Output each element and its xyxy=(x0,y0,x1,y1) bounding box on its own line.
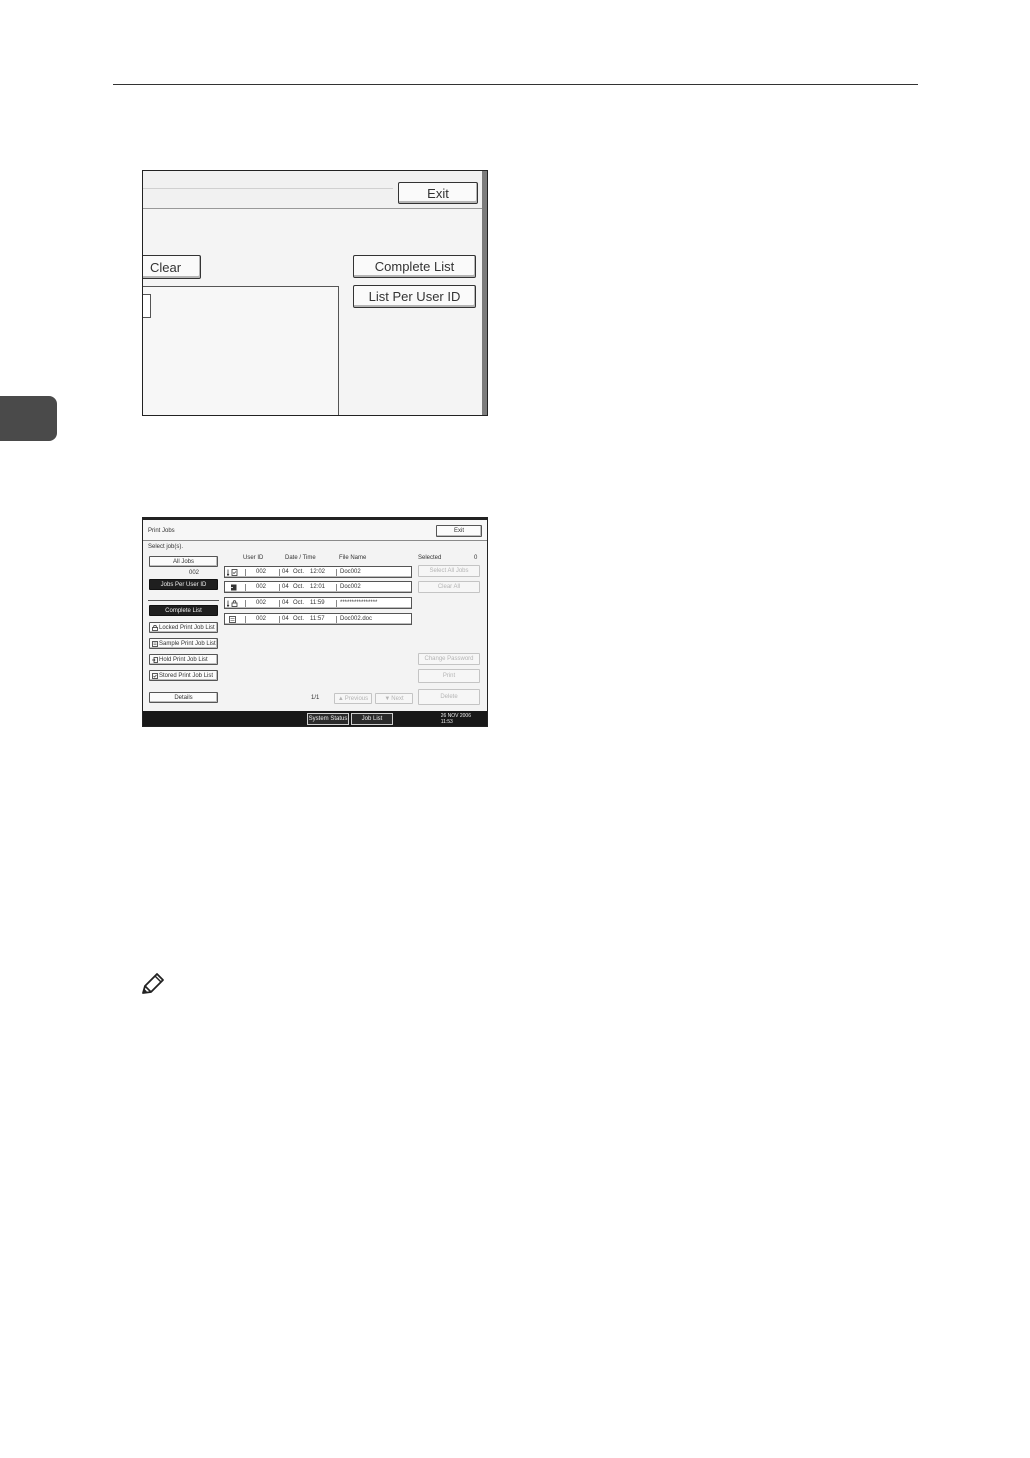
all-jobs-button[interactable]: All Jobs xyxy=(149,556,218,567)
selected-count: 0 xyxy=(474,555,478,561)
cell-user-id: 002 xyxy=(256,600,267,606)
cell-file-name: Doc002.doc xyxy=(340,616,373,622)
exit-button[interactable]: Exit xyxy=(436,525,482,537)
sample-print-icon xyxy=(152,640,158,647)
table-row[interactable]: 002 04 Oct. 12:01 Doc002 xyxy=(224,581,412,593)
button-label: Sample Print Job List xyxy=(159,640,216,647)
button-label: Hold Print Job List xyxy=(159,656,208,663)
time-text: 11:53 xyxy=(440,719,453,725)
clear-button[interactable]: Clear xyxy=(143,255,201,279)
cell-month: Oct. xyxy=(293,569,305,575)
job-list-tab[interactable]: Job List xyxy=(351,713,393,725)
delete-button[interactable]: Delete xyxy=(418,689,480,705)
screenshot-print-jobs: Print Jobs Exit Select job(s). All Jobs … xyxy=(142,517,488,727)
note-pencil-icon xyxy=(142,973,164,994)
sample-print-job-list-button[interactable]: Sample Print Job List xyxy=(149,638,218,649)
cell-time: 11:57 xyxy=(310,616,325,622)
triangle-up-icon: ▲ xyxy=(337,695,344,702)
next-page-button[interactable]: ▼ Next xyxy=(375,693,413,704)
prompt-text: Select job(s). xyxy=(148,544,184,550)
chapter-tab xyxy=(0,396,57,441)
cell-day: 04 xyxy=(282,600,289,606)
stored-print-icon xyxy=(152,672,158,679)
change-password-button[interactable]: Change Password xyxy=(418,653,480,665)
cell-user-id: 002 xyxy=(256,616,267,622)
cell-month: Oct. xyxy=(293,616,305,622)
complete-list-button[interactable]: Complete List xyxy=(353,255,476,278)
cell-time: 11:59 xyxy=(310,600,325,606)
cell-user-id: 002 xyxy=(256,569,267,575)
sample-print-icon xyxy=(229,616,236,623)
cell-month: Oct. xyxy=(293,584,305,590)
complete-list-button[interactable]: Complete List xyxy=(149,605,218,616)
user-id-value: 002 xyxy=(189,570,200,576)
column-header-file-name: File Name xyxy=(339,555,367,561)
previous-page-button[interactable]: ▲ Previous xyxy=(334,693,372,704)
details-button[interactable]: Details xyxy=(149,692,218,703)
select-all-jobs-button[interactable]: Select All Jobs xyxy=(418,565,480,577)
locked-print-job-list-button[interactable]: Locked Print Job List xyxy=(149,622,218,633)
cell-file-name: Doc002 xyxy=(340,569,361,575)
triangle-down-icon: ▼ xyxy=(384,695,391,702)
cell-file-name: **************** xyxy=(340,600,378,606)
system-status-tab[interactable]: System Status xyxy=(307,713,349,725)
button-label: Next xyxy=(391,695,404,702)
job-list-area xyxy=(143,286,339,415)
hold-print-job-list-button[interactable]: Hold Print Job List xyxy=(149,654,218,665)
jobs-per-user-id-button[interactable]: Jobs Per User ID xyxy=(149,579,218,590)
list-item[interactable] xyxy=(143,294,151,318)
hold-print-icon xyxy=(152,656,158,663)
button-label: Previous xyxy=(344,695,369,702)
button-label: Locked Print Job List xyxy=(159,624,215,631)
screenshot-list-options: Exit Clear Complete List List Per User I… xyxy=(142,170,488,416)
clear-all-button[interactable]: Clear All xyxy=(418,581,480,593)
cell-day: 04 xyxy=(282,569,289,575)
print-button[interactable]: Print xyxy=(418,669,480,683)
clock: 26 NOV 2006 11:53 xyxy=(441,713,471,725)
hold-print-icon xyxy=(229,584,237,591)
table-row[interactable]: 002 04 Oct. 11:57 Doc002.doc xyxy=(224,613,412,625)
cell-file-name: Doc002 xyxy=(340,584,361,590)
stored-print-job-list-button[interactable]: Stored Print Job List xyxy=(149,670,218,681)
lock-icon xyxy=(152,624,158,631)
page-title: Print Jobs xyxy=(148,528,175,534)
locked-print-icon xyxy=(227,600,238,607)
cell-month: Oct. xyxy=(293,600,305,606)
header-rule xyxy=(113,84,918,85)
cell-time: 12:02 xyxy=(310,569,326,575)
cell-day: 04 xyxy=(282,584,289,590)
selected-label: Selected xyxy=(418,555,442,561)
cell-day: 04 xyxy=(282,616,289,622)
column-header-date-time: Date / Time xyxy=(285,555,316,561)
column-header-user-id: User ID xyxy=(243,555,264,561)
button-label: Stored Print Job List xyxy=(159,672,214,679)
cell-user-id: 002 xyxy=(256,584,267,590)
table-row[interactable]: 002 04 Oct. 12:02 Doc002 xyxy=(224,566,412,578)
table-row[interactable]: 002 04 Oct. 11:59 **************** xyxy=(224,597,412,609)
stored-print-icon xyxy=(227,569,238,576)
exit-button[interactable]: Exit xyxy=(398,182,478,204)
cell-time: 12:01 xyxy=(310,584,326,590)
list-per-user-id-button[interactable]: List Per User ID xyxy=(353,285,476,308)
page-indicator: 1/1 xyxy=(311,695,320,701)
